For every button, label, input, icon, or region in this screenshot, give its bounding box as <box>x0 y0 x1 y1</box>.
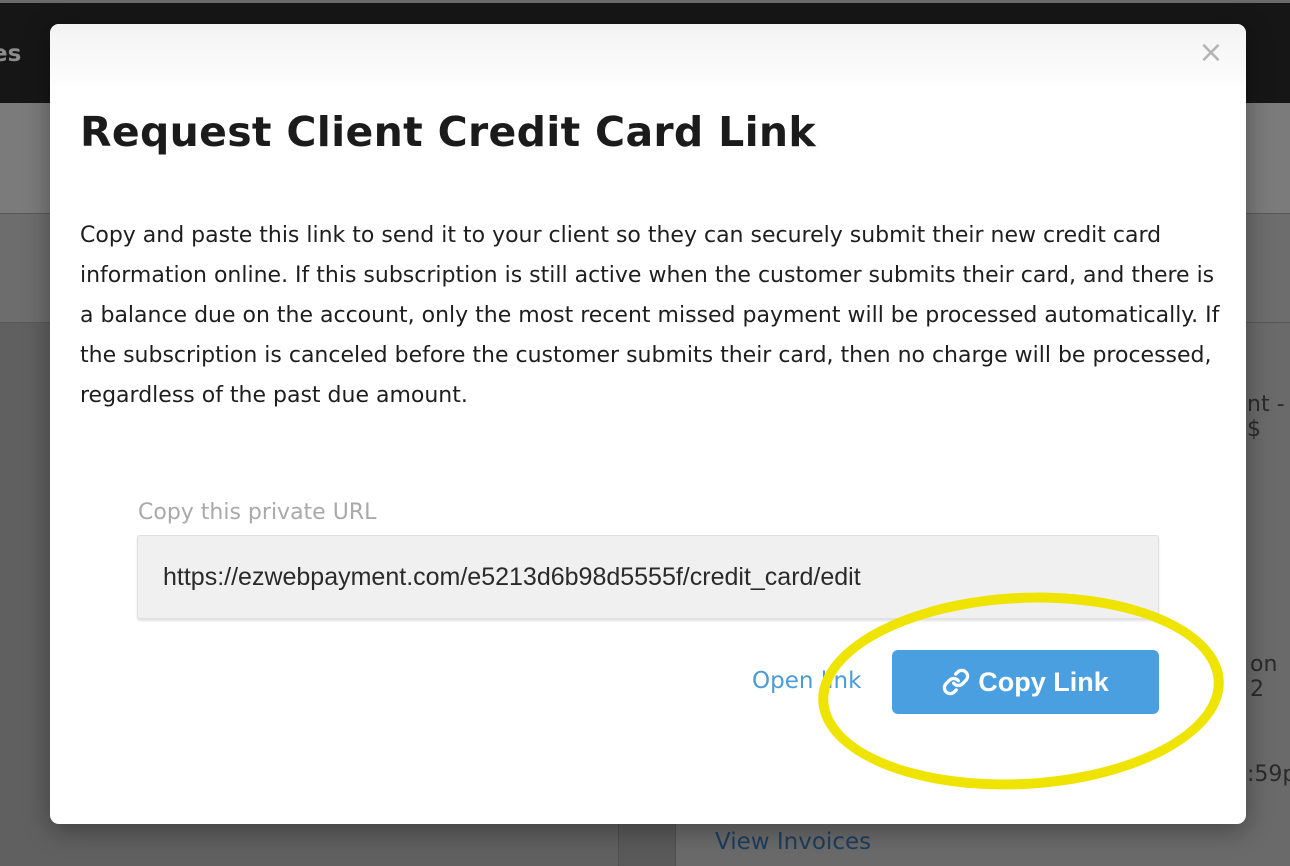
copy-link-button[interactable]: Copy Link <box>892 650 1159 714</box>
background-text-fragment: on 2 <box>1250 652 1278 702</box>
copy-link-button-label: Copy Link <box>978 666 1109 697</box>
private-url-input[interactable] <box>137 535 1159 619</box>
background-column <box>618 823 676 866</box>
close-icon[interactable]: × <box>1198 38 1224 68</box>
open-link[interactable]: Open link <box>752 668 861 694</box>
background-nav-fragment: es <box>0 41 22 67</box>
view-invoices-link: View Invoices <box>715 829 872 855</box>
background-text-fragment: nt - $ <box>1247 392 1285 442</box>
modal-title: Request Client Credit Card Link <box>80 108 816 156</box>
url-field-label: Copy this private URL <box>138 500 377 525</box>
background-text-fragment: :59p <box>1247 762 1290 787</box>
modal-description: Copy and paste this link to send it to y… <box>80 223 1220 408</box>
link-icon <box>942 668 970 696</box>
modal-header <box>50 24 1246 84</box>
request-credit-card-link-modal: × Request Client Credit Card Link Copy a… <box>50 24 1246 824</box>
